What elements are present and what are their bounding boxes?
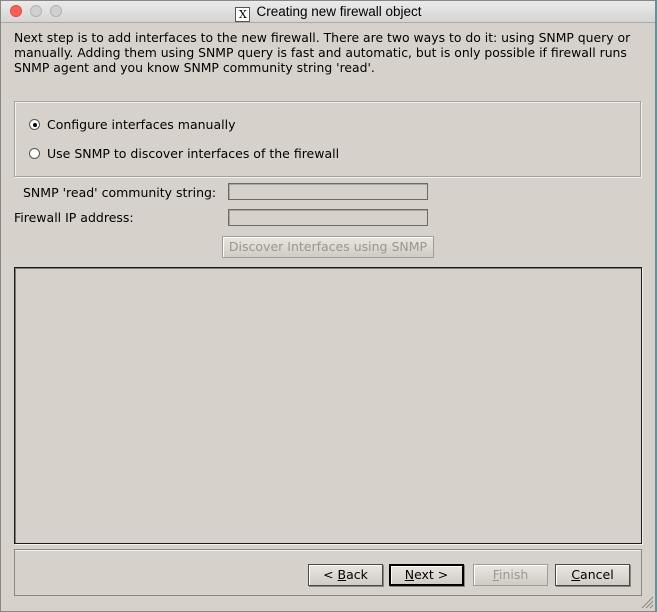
cancel-button-mnemonic: C xyxy=(571,567,581,582)
button-bar-frame-right xyxy=(641,549,642,595)
back-button-mnemonic: B xyxy=(337,567,347,582)
community-string-label: SNMP 'read' community string: xyxy=(23,185,217,200)
radio-button-unchecked[interactable] xyxy=(29,148,40,159)
button-bar-frame-bottom xyxy=(14,595,642,596)
intro-text: Next step is to add interfaces to the ne… xyxy=(14,30,631,75)
community-string-field[interactable] xyxy=(228,183,428,200)
method-groupbox: Configure interfaces manually Use SNMP t… xyxy=(14,101,641,177)
back-button[interactable]: < Back xyxy=(308,564,383,586)
resize-grip-icon[interactable] xyxy=(640,595,654,609)
back-button-label: ack xyxy=(346,567,368,582)
finish-button[interactable]: Finish xyxy=(473,564,548,586)
back-button-prefix: < xyxy=(323,567,338,582)
cancel-button-label: ancel xyxy=(580,567,614,582)
next-button-mnemonic: N xyxy=(404,567,415,582)
interfaces-list-panel[interactable] xyxy=(14,267,642,544)
finish-button-label: inish xyxy=(498,567,529,582)
radio-use-snmp[interactable]: Use SNMP to discover interfaces of the f… xyxy=(29,146,339,161)
button-bar-separator xyxy=(14,549,642,551)
wizard-window: X Creating new firewall object Next step … xyxy=(0,0,657,612)
window-title-text: Creating new firewall object xyxy=(256,4,422,19)
title-bar: X Creating new firewall object xyxy=(1,1,656,23)
firewall-ip-label: Firewall IP address: xyxy=(14,210,134,225)
radio-configure-manually[interactable]: Configure interfaces manually xyxy=(29,117,235,132)
firewall-ip-field[interactable] xyxy=(228,209,428,226)
next-button[interactable]: Next > xyxy=(389,564,464,586)
radio-use-snmp-label[interactable]: Use SNMP to discover interfaces of the f… xyxy=(47,146,339,161)
button-bar-frame-left xyxy=(14,549,15,595)
discover-interfaces-button[interactable]: Discover Interfaces using SNMP xyxy=(222,236,434,258)
cancel-button[interactable]: Cancel xyxy=(555,564,630,586)
next-button-label: ext > xyxy=(414,567,449,582)
window-title: X Creating new firewall object xyxy=(1,4,656,22)
x11-icon: X xyxy=(235,7,251,22)
radio-button-checked[interactable] xyxy=(29,119,40,130)
radio-configure-manually-label[interactable]: Configure interfaces manually xyxy=(47,117,235,132)
